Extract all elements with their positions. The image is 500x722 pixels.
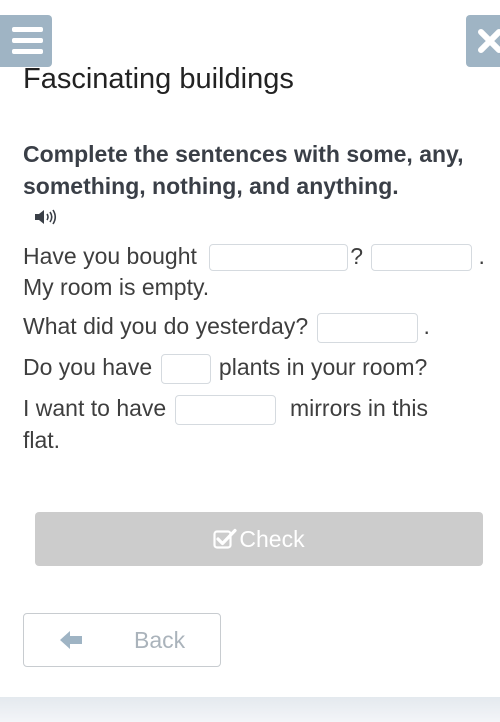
close-icon bbox=[478, 29, 500, 53]
answer-input-4[interactable] bbox=[160, 353, 211, 384]
page-title: Fascinating buildings bbox=[23, 63, 294, 95]
sentence-text: What did you do yesterday? bbox=[23, 313, 309, 339]
sentence-2: My room is empty. bbox=[23, 272, 493, 303]
sentences: Have you bought ? . My room is empty. Wh… bbox=[23, 241, 493, 456]
sentence-5: I want to have mirrors in this bbox=[23, 393, 493, 425]
sentence-text: ? bbox=[350, 243, 364, 269]
sentence-5-cont: flat. bbox=[23, 425, 493, 456]
check-label: Check bbox=[239, 525, 305, 552]
sentence-1: Have you bought ? . bbox=[23, 241, 493, 272]
sentence-text: . bbox=[423, 313, 430, 339]
answer-input-3[interactable] bbox=[316, 312, 418, 343]
sentence-text: flat. bbox=[23, 426, 61, 453]
sentence-text: Do you have bbox=[23, 353, 153, 380]
sentence-text: I want to have bbox=[23, 394, 167, 421]
speaker-icon[interactable] bbox=[34, 208, 58, 231]
answer-input-1[interactable] bbox=[209, 244, 349, 272]
sentence-text: Have you bought bbox=[23, 243, 197, 269]
sentence-text: mirrors in this bbox=[289, 394, 428, 421]
check-button[interactable]: Check bbox=[35, 512, 483, 566]
footer-bar bbox=[0, 697, 500, 722]
sentence-text: My room is empty. bbox=[23, 274, 210, 300]
answer-input-2[interactable] bbox=[371, 244, 473, 272]
checkbox-check-icon bbox=[213, 528, 237, 549]
exercise-instruction: Complete the sentences with some, any, s… bbox=[23, 141, 464, 199]
sentence-text: plants in your room? bbox=[218, 353, 428, 380]
sentence-text: . bbox=[478, 243, 485, 269]
arrow-left-icon bbox=[60, 631, 82, 649]
sentence-3: What did you do yesterday? . bbox=[23, 311, 493, 343]
answer-input-5[interactable] bbox=[174, 394, 276, 425]
menu-button[interactable] bbox=[0, 15, 52, 67]
back-button[interactable]: Back bbox=[23, 613, 221, 667]
close-button[interactable] bbox=[466, 15, 500, 67]
sentence-4: Do you have plants in your room? bbox=[23, 352, 493, 384]
back-label: Back bbox=[134, 627, 186, 653]
